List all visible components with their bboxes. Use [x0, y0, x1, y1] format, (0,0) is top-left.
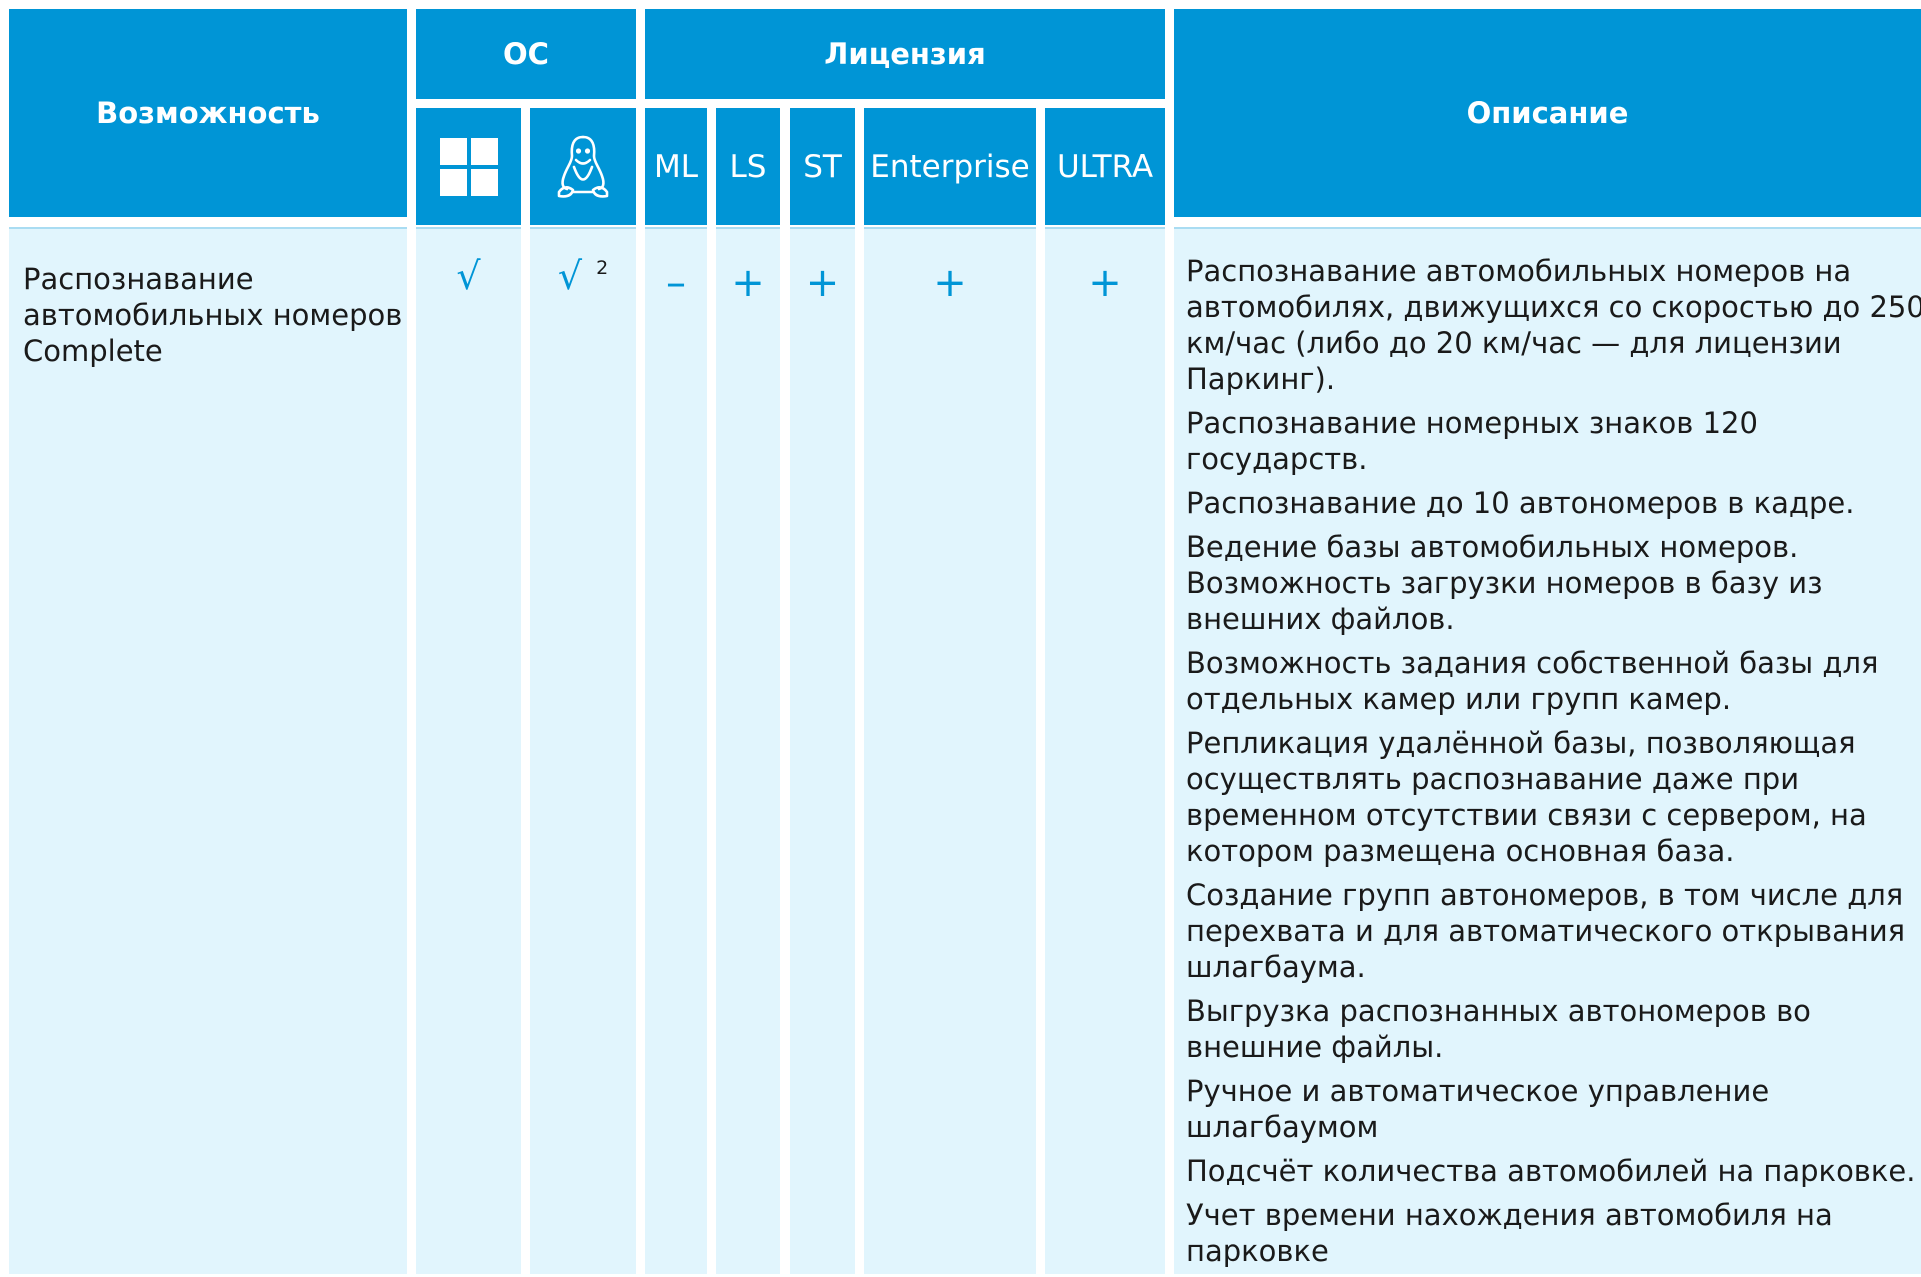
linux-check: √ [557, 254, 583, 298]
row-feature-cell: Распознавание автомобильных номеров Comp… [9, 227, 407, 1274]
license-enterprise-label: Enterprise [870, 148, 1030, 185]
description-paragraph: Создание групп автономеров, в том числе … [1186, 878, 1906, 984]
header-os-windows [416, 108, 521, 225]
license-ultra-label: ULTRA [1056, 148, 1154, 185]
header-license-group: Лицензия [645, 9, 1165, 99]
description-paragraph: Ведение базы автомобильных номеров. Возм… [1186, 530, 1823, 636]
description-paragraph: Выгрузка распознанных автономеров во вне… [1186, 994, 1811, 1064]
header-license-ultra: ULTRA [1045, 108, 1165, 225]
description-paragraph: Подсчёт количества автомобилей на парков… [1186, 1154, 1916, 1188]
row-os-linux-cell: √ 2 [530, 227, 636, 1274]
license-st-label: ST [803, 148, 842, 185]
description-paragraph: Распознавание автомобильных номеров на а… [1186, 254, 1921, 396]
windows-support-mark: √ [456, 254, 481, 298]
header-feature-label: Возможность [96, 96, 320, 130]
description-paragraph: Возможность задания собственной базы для… [1186, 646, 1879, 716]
header-os-label: ОС [503, 37, 549, 71]
header-license-enterprise: Enterprise [864, 108, 1036, 225]
feature-name-line: Complete [23, 334, 163, 368]
header-feature: Возможность [9, 9, 407, 217]
windows-icon [439, 137, 498, 196]
header-description-label: Описание [1466, 96, 1629, 130]
st-support-mark: + [805, 260, 840, 306]
header-os-group: ОС [416, 9, 636, 99]
row-license-ml-cell: – [645, 227, 707, 1274]
linux-footnote: 2 [596, 257, 609, 279]
description-paragraph: Репликация удалённой базы, позволяющая о… [1186, 726, 1867, 868]
row-license-st-cell: + [790, 227, 855, 1274]
ml-support-mark: – [666, 260, 686, 306]
row-license-ultra-cell: + [1045, 227, 1165, 1274]
enterprise-support-mark: + [933, 260, 967, 306]
row-description-cell: Распознавание автомобильных номеров на а… [1174, 227, 1921, 1274]
feature-name-line: Распознавание [23, 262, 254, 296]
ultra-support-mark: + [1088, 260, 1122, 306]
header-description: Описание [1174, 9, 1921, 217]
ls-support-mark: + [731, 260, 765, 306]
header-os-linux [530, 108, 636, 225]
row-license-ls-cell: + [716, 227, 780, 1274]
row-os-windows-cell: √ [416, 227, 521, 1274]
feature-name: Распознавание автомобильных номеров Comp… [23, 261, 423, 369]
row-license-enterprise-cell: + [864, 227, 1036, 1274]
header-license-st: ST [790, 108, 855, 225]
linux-icon [557, 135, 609, 198]
license-ls-label: LS [729, 148, 767, 185]
description-paragraph: Распознавание до 10 автономеров в кадре. [1186, 486, 1855, 520]
header-license-ml: ML [645, 108, 707, 225]
license-ml-label: ML [653, 148, 699, 185]
header-license-ls: LS [716, 108, 780, 225]
description-paragraph: Ручное и автоматическое управление шлагб… [1186, 1074, 1770, 1144]
feature-name-line: автомобильных номеров [23, 298, 403, 332]
description-paragraph: Распознавание номерных знаков 120 госуда… [1186, 406, 1758, 476]
description-list: Распознавание автомобильных номеров на а… [1186, 253, 1921, 1277]
description-paragraph: Учет времени нахождения автомобиля на па… [1186, 1198, 1833, 1268]
linux-support-mark: √ 2 [530, 257, 636, 295]
header-license-label: Лицензия [824, 37, 986, 71]
